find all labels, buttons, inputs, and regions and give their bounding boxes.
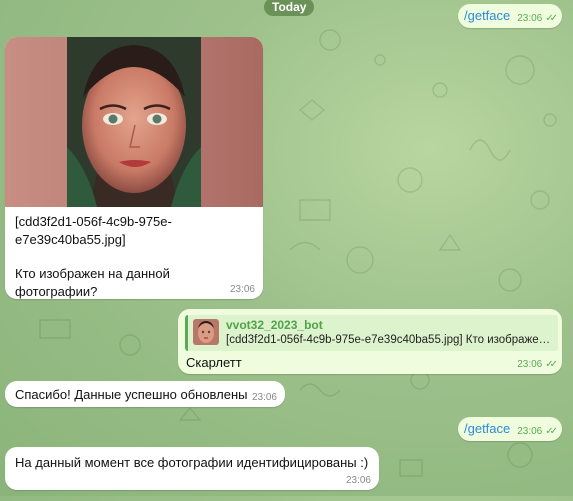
message-text: На данный момент все фотографии идентифи…: [15, 455, 369, 470]
message-meta: 23:06 ✓✓: [517, 426, 558, 437]
message-time: 23:06: [251, 392, 277, 403]
double-check-icon: ✓✓: [545, 359, 558, 370]
incoming-photo-message[interactable]: [cdd3f2d1-056f-4c9b-975e- e7e39c40ba55.j…: [5, 37, 263, 299]
reply-body-text: Скарлетт: [186, 355, 242, 370]
date-separator: Today: [264, 0, 315, 16]
incoming-message[interactable]: Спасибо! Данные успешно обновлены 23:06: [5, 381, 285, 407]
command-link[interactable]: /getface: [464, 8, 510, 23]
outgoing-message[interactable]: /getface 23:06 ✓✓: [458, 4, 562, 28]
photo-caption: [cdd3f2d1-056f-4c9b-975e- e7e39c40ba55.j…: [15, 213, 255, 299]
outgoing-reply-message[interactable]: vvot32_2023_bot [cdd3f2d1-056f-4c9b-975e…: [178, 309, 562, 374]
reply-quoted-text: [cdd3f2d1-056f-4c9b-975e-e7e39c40ba55.jp…: [226, 334, 554, 346]
caption-filename-line1: [cdd3f2d1-056f-4c9b-975e-: [15, 214, 172, 229]
message-time: 23:06: [517, 13, 543, 24]
caption-filename-line2: e7e39c40ba55.jpg]: [15, 232, 126, 247]
reply-quote[interactable]: vvot32_2023_bot [cdd3f2d1-056f-4c9b-975e…: [185, 315, 558, 351]
outgoing-message[interactable]: /getface 23:06 ✓✓: [458, 417, 562, 441]
caption-question: Кто изображен на данной фотографии?: [15, 266, 170, 299]
double-check-icon: ✓✓: [545, 426, 558, 437]
message-time: 23:06: [517, 426, 543, 437]
message-meta: 23:06 ✓✓: [517, 13, 558, 24]
reply-thumbnail: [193, 319, 219, 345]
message-time: 23:06: [345, 475, 371, 486]
incoming-message[interactable]: На данный момент все фотографии идентифи…: [5, 447, 379, 490]
message-photo[interactable]: [5, 37, 263, 207]
message-text: Спасибо! Данные успешно обновлены: [15, 387, 248, 402]
message-time: 23:06: [229, 284, 255, 295]
reply-author-name: vvot32_2023_bot: [226, 318, 323, 332]
double-check-icon: ✓✓: [545, 13, 558, 24]
message-meta: 23:06 ✓✓: [517, 359, 558, 370]
message-time: 23:06: [517, 359, 543, 370]
command-link[interactable]: /getface: [464, 421, 510, 436]
